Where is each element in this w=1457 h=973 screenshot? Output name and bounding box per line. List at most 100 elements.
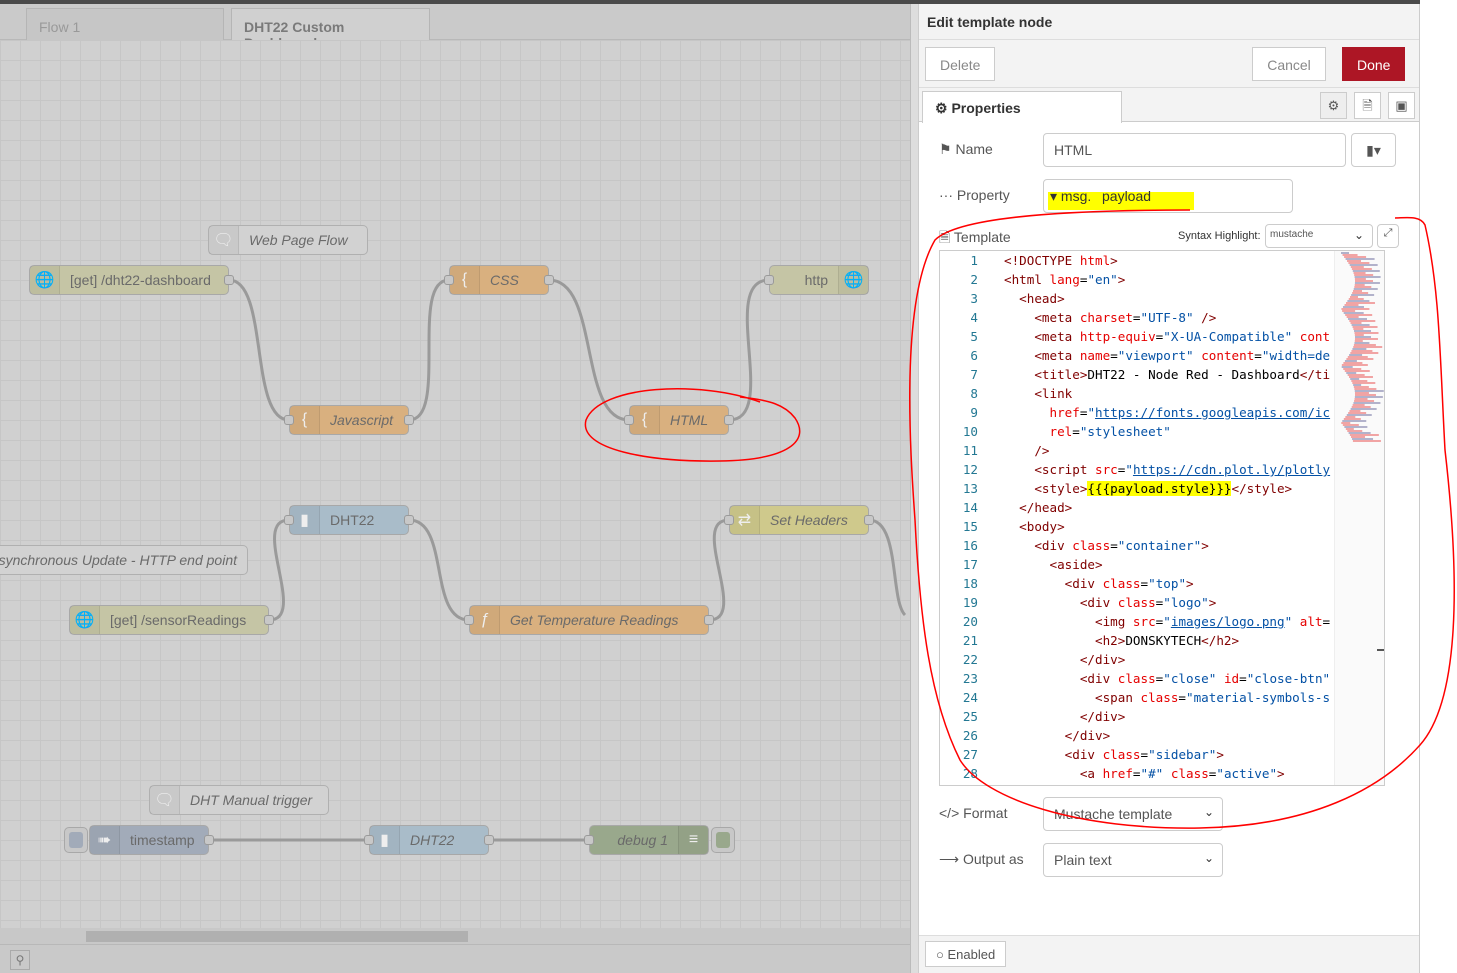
code-token: <aside> — [1049, 557, 1103, 572]
code-token: "X-UA-Compatible" — [1163, 329, 1293, 344]
output-port[interactable] — [404, 415, 414, 425]
enabled-toggle[interactable]: ○ Enabled — [925, 941, 1007, 967]
template-node-html[interactable]: {HTML — [624, 405, 734, 435]
dht22-node[interactable]: ▮ DHT22 — [364, 825, 494, 855]
input-port[interactable] — [584, 835, 594, 845]
syntax-highlight-select[interactable]: mustache ⌄ — [1265, 224, 1373, 248]
template-node-javascript[interactable]: {Javascript — [284, 405, 414, 435]
appearance-icon[interactable]: ▣ — [1388, 92, 1415, 119]
code-token: class — [1140, 690, 1179, 705]
debug-toggle-button[interactable] — [711, 827, 735, 853]
property-row-label: ··· Property — [939, 187, 1010, 203]
input-port[interactable] — [364, 835, 374, 845]
input-port[interactable] — [284, 515, 294, 525]
input-port[interactable] — [464, 615, 474, 625]
code-token: name — [1079, 348, 1111, 363]
description-icon[interactable]: 🗎 — [1354, 92, 1381, 119]
code-token: "logo" — [1163, 595, 1209, 610]
code-line: <div class="container"> — [1004, 536, 1334, 555]
inject-node-timestamp[interactable]: ➠ timestamp — [89, 825, 214, 855]
code-line: <aside> — [1004, 555, 1334, 574]
value: mustache — [1270, 229, 1314, 240]
code-token: <div — [1034, 538, 1073, 553]
output-port[interactable] — [724, 415, 734, 425]
code-line: <span class="material-symbols-s — [1004, 688, 1334, 707]
comment-node[interactable]: 🗨 Web Page Flow — [208, 225, 368, 255]
code-token: cont — [1299, 329, 1331, 344]
code-line: <div class="top"> — [1004, 574, 1334, 593]
comment-node[interactable]: synchronous Update - HTTP end point — [0, 545, 248, 575]
flow-canvas[interactable]: 🗨 Web Page Flow 🌐 [get] /dht22-dashboard {… — [0, 40, 910, 928]
http-response-node[interactable]: http 🌐 — [764, 265, 869, 295]
output-port[interactable] — [484, 835, 494, 845]
tab-flow-1[interactable]: Flow 1 — [26, 8, 224, 40]
cancel-button[interactable]: Cancel — [1252, 47, 1326, 81]
output-port[interactable] — [704, 615, 714, 625]
code-token: > — [1186, 576, 1194, 591]
input-port[interactable] — [764, 275, 774, 285]
line-number: 23 — [962, 671, 978, 686]
output-port[interactable] — [204, 835, 214, 845]
property-input[interactable]: ▾ msg. payload — [1043, 179, 1293, 213]
line-number: 17 — [962, 557, 978, 572]
input-port[interactable] — [724, 515, 734, 525]
dht22-node[interactable]: ▮ DHT22 — [284, 505, 414, 535]
output-port[interactable] — [264, 615, 274, 625]
tab-dht22-custom-dashboard[interactable]: DHT22 Custom Dashboard — [231, 8, 430, 51]
code-token: </head> — [1019, 500, 1073, 515]
http-in-node[interactable]: 🌐 [get] /dht22-dashboard — [29, 265, 234, 295]
debug-node[interactable]: debug 1 ≡ — [584, 825, 709, 855]
code-token: " — [1163, 614, 1171, 629]
output-port[interactable] — [544, 275, 554, 285]
delete-button[interactable]: Delete — [925, 47, 996, 81]
syntax-label: Syntax Highlight: — [1178, 230, 1261, 242]
horizontal-scrollbar[interactable] — [0, 928, 910, 944]
code-token: </h2> — [1201, 633, 1240, 648]
code-line: /> — [1004, 441, 1334, 460]
http-in-node[interactable]: 🌐 [get] /sensorReadings — [69, 605, 274, 635]
wire — [548, 278, 630, 422]
node-label: HTML — [670, 412, 709, 428]
output-select[interactable]: Plain text ⌄ — [1043, 843, 1223, 877]
scrollbar-thumb[interactable] — [86, 931, 468, 942]
template-code-editor[interactable]: 1 2 3 4 5 6 7 8 9 10 11 12 13 14 15 16 17 18 19 20 21 22 23 24 2… — [939, 250, 1385, 786]
code-line: <html lang="en"> — [1004, 270, 1334, 289]
template-node-css[interactable]: {CSS — [444, 265, 554, 295]
function-icon: ƒ — [470, 606, 500, 634]
expand-editor-button[interactable]: ⤢ — [1377, 224, 1399, 248]
format-select[interactable]: Mustache template ⌄ — [1043, 797, 1223, 831]
code-token: "en" — [1087, 272, 1118, 287]
output-port[interactable] — [864, 515, 874, 525]
tab-properties[interactable]: ⚙ Properties — [922, 91, 1122, 123]
inject-button[interactable] — [64, 827, 88, 853]
icon-selector-button[interactable]: ▮▾ — [1351, 133, 1396, 167]
comment-node[interactable]: 🗨 DHT Manual trigger — [149, 785, 329, 815]
code-token: <a — [1079, 766, 1103, 781]
code-token: > — [1117, 272, 1126, 287]
line-number: 3 — [970, 291, 978, 306]
node-label: http — [804, 272, 828, 288]
minimap[interactable] — [1334, 251, 1384, 785]
done-button[interactable]: Done — [1342, 47, 1405, 81]
change-node-set-headers[interactable]: ⇄ Set Headers — [724, 505, 874, 535]
input-port[interactable] — [624, 415, 634, 425]
wire — [728, 278, 770, 422]
line-numbers: 1 2 3 4 5 6 7 8 9 10 11 12 13 14 15 16 17 18 19 20 21 22 23 24 2… — [940, 251, 990, 785]
curly-brace-icon: { — [290, 406, 320, 434]
input-port[interactable] — [284, 415, 294, 425]
property-type-dropdown[interactable]: ▾ msg. — [1050, 188, 1091, 205]
output-port[interactable] — [224, 275, 234, 285]
name-input[interactable]: HTML — [1043, 133, 1346, 167]
search-icon[interactable]: ⚲ — [10, 950, 30, 970]
code-token: "top" — [1148, 576, 1187, 591]
value: Mustache template — [1054, 806, 1173, 822]
output-port[interactable] — [404, 515, 414, 525]
code-area[interactable]: <!DOCTYPE html> <html lang="en"> <head> <… — [1004, 251, 1334, 785]
gear-icon[interactable]: ⚙ — [1320, 92, 1347, 119]
sidebar-splitter[interactable] — [910, 4, 918, 973]
function-node[interactable]: ƒ Get Temperature Readings — [464, 605, 714, 635]
input-port[interactable] — [444, 275, 454, 285]
